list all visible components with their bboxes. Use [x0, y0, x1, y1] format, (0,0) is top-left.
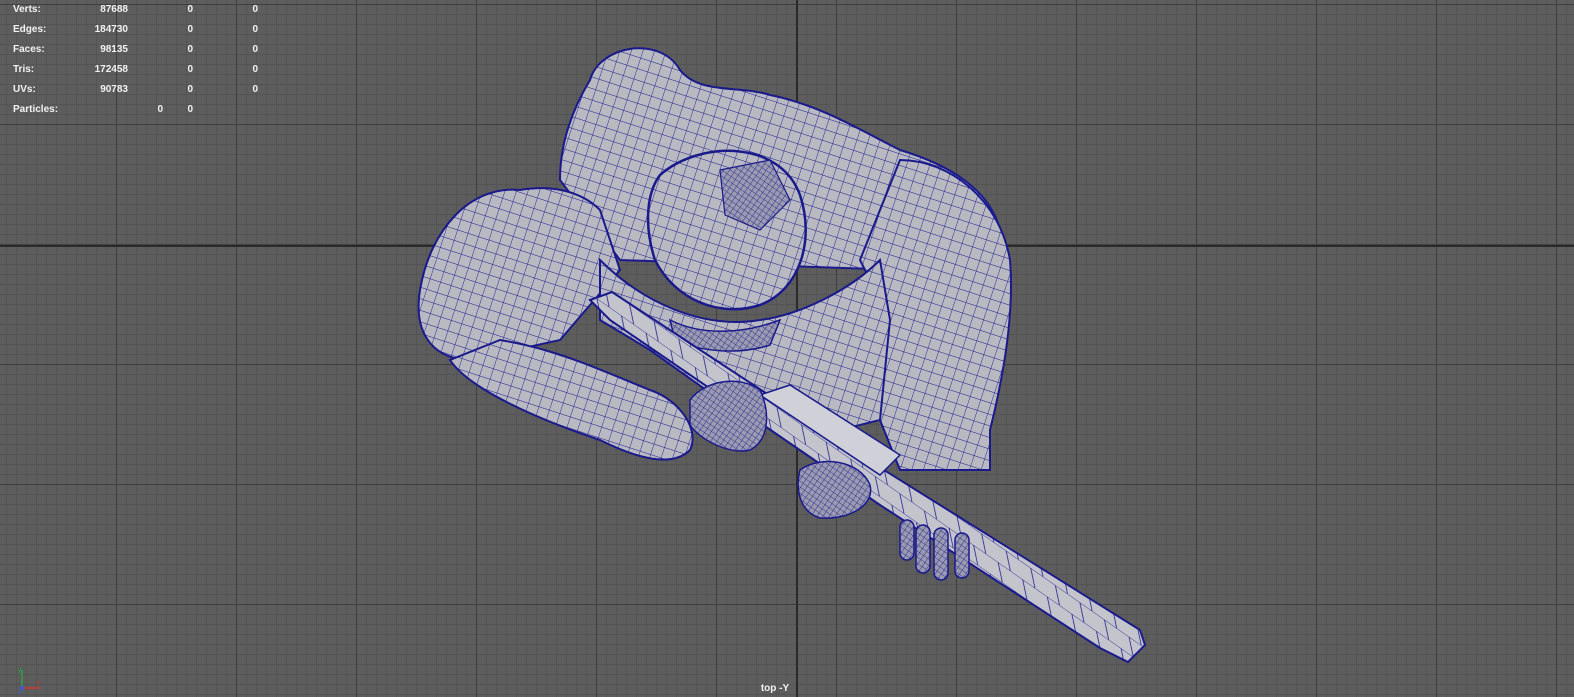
camera-name-text: top -Y [760, 683, 790, 694]
camera-name-label: top -Y [0, 683, 1574, 694]
wireframe-character-model[interactable] [0, 0, 1574, 697]
axis-y-label: y [18, 667, 22, 674]
left-forearm-mesh [448, 338, 694, 461]
left-arm-mesh [417, 187, 622, 362]
left-hand-mesh [689, 380, 768, 452]
